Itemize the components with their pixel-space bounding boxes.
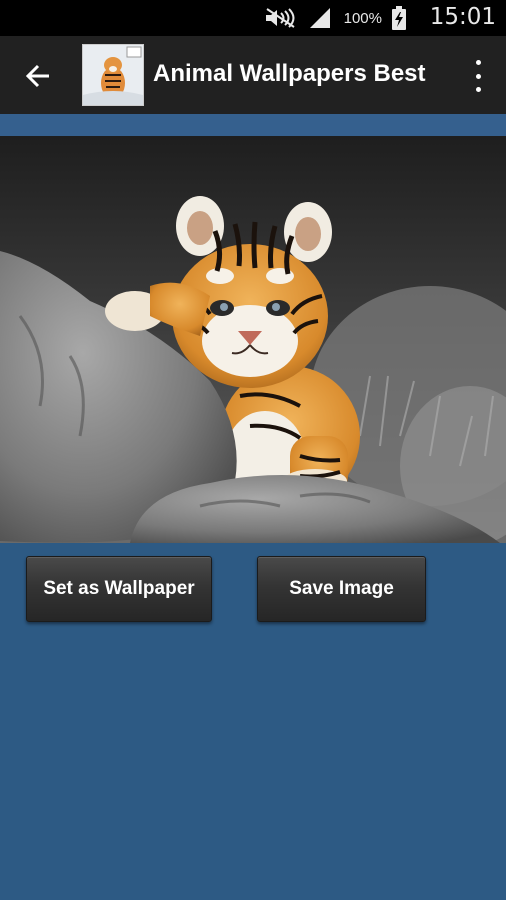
status-bar: 100% 15:01	[0, 0, 506, 36]
menu-dot	[475, 73, 481, 79]
back-button[interactable]	[20, 58, 56, 94]
status-icons: 100%	[264, 6, 406, 30]
mute-icon	[265, 8, 295, 28]
page-title: Animal Wallpapers Best	[153, 60, 426, 87]
set-wallpaper-button[interactable]: Set as Wallpaper	[26, 556, 212, 622]
wallpaper-preview	[0, 136, 506, 543]
menu-dot	[475, 60, 481, 65]
battery-percent: 100%	[343, 9, 382, 27]
save-image-button[interactable]: Save Image	[257, 556, 426, 622]
menu-dot	[475, 87, 481, 92]
signal-icon	[309, 8, 330, 28]
back-arrow-icon	[25, 64, 49, 88]
clock: 15:01	[429, 4, 496, 30]
app-icon	[82, 44, 144, 106]
overflow-menu-button[interactable]	[472, 60, 484, 92]
app-bar: Animal Wallpapers Best	[0, 36, 506, 114]
action-buttons: Set as Wallpaper Save Image	[0, 556, 506, 622]
header-strip	[0, 114, 506, 136]
battery-charging-icon	[392, 6, 406, 30]
tiger-cub-image	[0, 136, 506, 543]
